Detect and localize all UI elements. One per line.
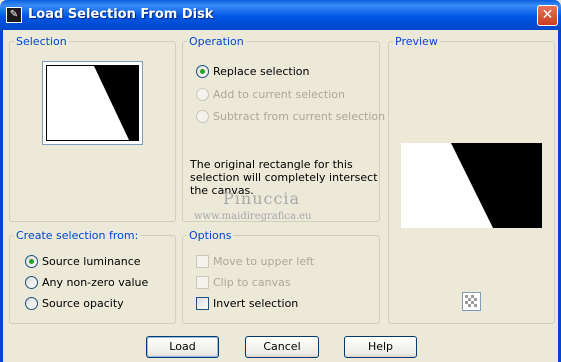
radio-indicator [196,88,209,101]
window-title: Load Selection From Disk [28,7,214,22]
radio-indicator[interactable] [196,65,209,78]
invert-selection-label: Invert selection [213,297,299,310]
radio-indicator [196,110,209,123]
watermark-url: www.maidiregrafica.eu [194,211,312,222]
radio-indicator[interactable] [25,255,38,268]
selection-thumbnail[interactable] [42,61,143,145]
selection-thumbnail-image [46,65,139,141]
options-group-label: Options [187,229,234,242]
watermark-name: Pinuccia [223,189,301,208]
create-selection-group-label: Create selection from: [14,229,141,242]
source-luminance-label: Source luminance [42,255,141,268]
source-opacity-label: Source opacity [42,297,124,310]
radio-indicator[interactable] [25,276,38,289]
checkbox-box [196,255,209,268]
selection-group-label: Selection [14,35,69,48]
help-button[interactable]: Help [344,336,417,358]
preview-image [401,143,542,228]
checkbox-box [196,276,209,289]
app-icon: ✎ [6,7,22,23]
close-button[interactable]: ✕ [537,5,558,26]
subtract-from-selection-label: Subtract from current selection [213,110,386,123]
window-frame-left [0,30,3,362]
clip-to-canvas-label: Clip to canvas [213,276,291,289]
preview-group-label: Preview [393,35,440,48]
add-to-selection-label: Add to current selection [213,88,345,101]
replace-selection-label: Replace selection [213,65,310,78]
move-to-upper-left-label: Move to upper left [213,255,315,268]
title-bar[interactable]: ✎ Load Selection From Disk ✕ [0,0,561,30]
cancel-button[interactable]: Cancel [245,336,319,358]
load-button[interactable]: Load [146,336,219,358]
checkbox-box[interactable] [196,297,209,310]
checkerboard-icon[interactable] [462,292,481,311]
operation-group-label: Operation [187,35,246,48]
any-non-zero-label: Any non-zero value [42,276,149,289]
radio-indicator[interactable] [25,297,38,310]
